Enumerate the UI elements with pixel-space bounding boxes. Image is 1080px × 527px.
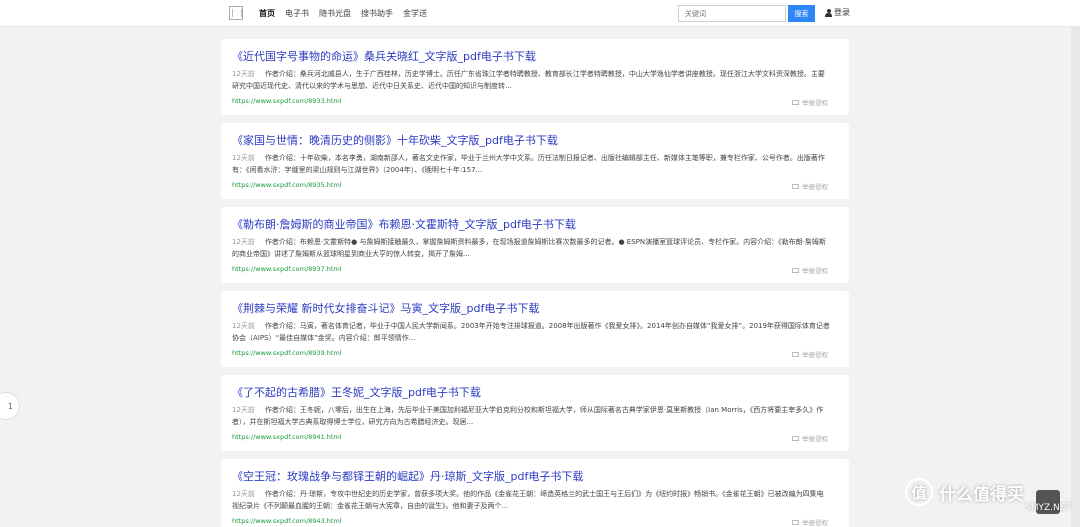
mail-icon	[792, 99, 799, 105]
result-url[interactable]: https://www.sxpdf.com/8941.html	[232, 433, 342, 441]
watermark-brand: 什么值得买	[939, 484, 1024, 505]
report-label: 举报侵权	[802, 267, 828, 275]
mail-icon	[792, 351, 799, 357]
scrollbar[interactable]	[1071, 27, 1080, 527]
result-url[interactable]: https://www.sxpdf.com/8935.html	[232, 181, 342, 189]
result-meta: 12天前 作者介绍：丹·琼斯，专攻中世纪史的历史学家，曾获多项大奖。他的作品《金雀…	[232, 488, 830, 512]
search-input[interactable]	[678, 5, 786, 22]
nav-cd[interactable]: 随书光盘	[319, 8, 351, 19]
result-card: 《了不起的古希腊》王冬妮_文字版_pdf电子书下载 12天前 作者介绍：王冬妮，八…	[221, 375, 849, 451]
result-card: 《家国与世情：晚清历史的侧影》十年砍柴_文字版_pdf电子书下载 12天前 作者介…	[221, 123, 849, 199]
result-meta: 12天前 作者介绍：布赖恩·文霍斯特● 与詹姆斯接触最久，掌握詹姆斯资料最多，在现…	[232, 236, 830, 260]
result-card: 《空王冠：玫瑰战争与都铎王朝的崛起》丹·琼斯_文字版_pdf电子书下载 12天前…	[221, 459, 849, 527]
report-label: 举报侵权	[802, 183, 828, 191]
watermark-logo-icon: 值	[905, 478, 933, 506]
watermark-sub: SMYZ.NET	[1025, 503, 1071, 513]
site-logo-icon[interactable]	[229, 6, 243, 20]
report-link[interactable]: 举报侵权	[792, 517, 828, 527]
result-url[interactable]: https://www.sxpdf.com/8943.html	[232, 517, 342, 525]
result-desc: 作者介绍：十年砍柴，本名李勇，湖南新邵人，著名文史作家，毕业于兰州大学中文系。历…	[232, 154, 825, 174]
result-desc: 作者介绍：马寅，著名体育记者，毕业于中国人民大学新闻系。2003年开始专注排球报…	[232, 322, 830, 342]
nav-search-helper[interactable]: 搜书助手	[361, 8, 393, 19]
nav-home[interactable]: 首页	[259, 8, 275, 19]
report-link[interactable]: 举报侵权	[792, 181, 828, 191]
report-link[interactable]: 举报侵权	[792, 433, 828, 443]
report-label: 举报侵权	[802, 99, 828, 107]
result-time: 12天前	[232, 70, 255, 78]
user-icon	[825, 8, 832, 17]
watermark: 值 什么值得买	[905, 478, 1024, 506]
mail-icon	[792, 435, 799, 441]
top-nav-bar: 首页 电子书 随书光盘 搜书助手 金学送 搜索 登录	[0, 0, 1080, 27]
main-nav: 首页 电子书 随书光盘 搜书助手 金学送	[259, 0, 437, 27]
result-title[interactable]: 《近代国字号事物的命运》桑兵关晓红_文字版_pdf电子书下载	[232, 48, 536, 64]
result-title[interactable]: 《勒布朗·詹姆斯的商业帝国》布赖恩·文霍斯特_文字版_pdf电子书下载	[232, 216, 576, 232]
login-link[interactable]: 登录	[825, 7, 850, 18]
report-link[interactable]: 举报侵权	[792, 265, 828, 275]
result-list: 《近代国字号事物的命运》桑兵关晓红_文字版_pdf电子书下载 12天前 作者介绍：…	[221, 39, 849, 527]
report-link[interactable]: 举报侵权	[792, 97, 828, 107]
result-time: 12天前	[232, 154, 255, 162]
report-label: 举报侵权	[802, 519, 828, 527]
page-indicator[interactable]: 1	[0, 392, 20, 420]
result-url[interactable]: https://www.sxpdf.com/8933.html	[232, 97, 342, 105]
result-meta: 12天前 作者介绍：十年砍柴，本名李勇，湖南新邵人，著名文史作家，毕业于兰州大学中…	[232, 152, 830, 176]
login-label: 登录	[834, 8, 850, 17]
search-button[interactable]: 搜索	[788, 5, 815, 22]
result-card: 《荆棘与荣耀 新时代女排奋斗记》马寅_文字版_pdf电子书下载 12天前 作者介绍…	[221, 291, 849, 367]
result-title[interactable]: 《荆棘与荣耀 新时代女排奋斗记》马寅_文字版_pdf电子书下载	[232, 300, 539, 316]
report-label: 举报侵权	[802, 435, 828, 443]
result-time: 12天前	[232, 238, 255, 246]
result-meta: 12天前 作者介绍：王冬妮，八零后，出生在上海，先后毕业于美国加利福尼亚大学伯克利…	[232, 404, 830, 428]
result-title[interactable]: 《空王冠：玫瑰战争与都铎王朝的崛起》丹·琼斯_文字版_pdf电子书下载	[232, 468, 583, 484]
result-meta: 12天前 作者介绍：桑兵河北威县人，生于广西桂林，历史学博士。历任广东省珠江学者特…	[232, 68, 830, 92]
result-time: 12天前	[232, 490, 255, 498]
nav-jinxuesong[interactable]: 金学送	[403, 8, 427, 19]
report-label: 举报侵权	[802, 351, 828, 359]
mail-icon	[792, 183, 799, 189]
result-url[interactable]: https://www.sxpdf.com/8937.html	[232, 265, 342, 273]
result-title[interactable]: 《了不起的古希腊》王冬妮_文字版_pdf电子书下载	[232, 384, 481, 400]
result-desc: 作者介绍：王冬妮，八零后，出生在上海，先后毕业于美国加利福尼亚大学伯克利分校和斯…	[232, 406, 824, 426]
result-card: 《勒布朗·詹姆斯的商业帝国》布赖恩·文霍斯特_文字版_pdf电子书下载 12天前…	[221, 207, 849, 283]
result-title[interactable]: 《家国与世情：晚清历史的侧影》十年砍柴_文字版_pdf电子书下载	[232, 132, 558, 148]
result-card: 《近代国字号事物的命运》桑兵关晓红_文字版_pdf电子书下载 12天前 作者介绍：…	[221, 39, 849, 115]
result-meta: 12天前 作者介绍：马寅，著名体育记者，毕业于中国人民大学新闻系。2003年开始专…	[232, 320, 830, 344]
result-desc: 作者介绍：布赖恩·文霍斯特● 与詹姆斯接触最久，掌握詹姆斯资料最多，在现场报道詹…	[232, 238, 826, 258]
mail-icon	[792, 519, 799, 525]
nav-ebooks[interactable]: 电子书	[285, 8, 309, 19]
mail-icon	[792, 267, 799, 273]
report-link[interactable]: 举报侵权	[792, 349, 828, 359]
result-desc: 作者介绍：桑兵河北威县人，生于广西桂林，历史学博士。历任广东省珠江学者特聘教授、…	[232, 70, 825, 90]
result-desc: 作者介绍：丹·琼斯，专攻中世纪史的历史学家，曾获多项大奖。他的作品《金雀花王朝：…	[232, 490, 824, 510]
result-time: 12天前	[232, 322, 255, 330]
result-url[interactable]: https://www.sxpdf.com/8939.html	[232, 349, 342, 357]
result-time: 12天前	[232, 406, 255, 414]
